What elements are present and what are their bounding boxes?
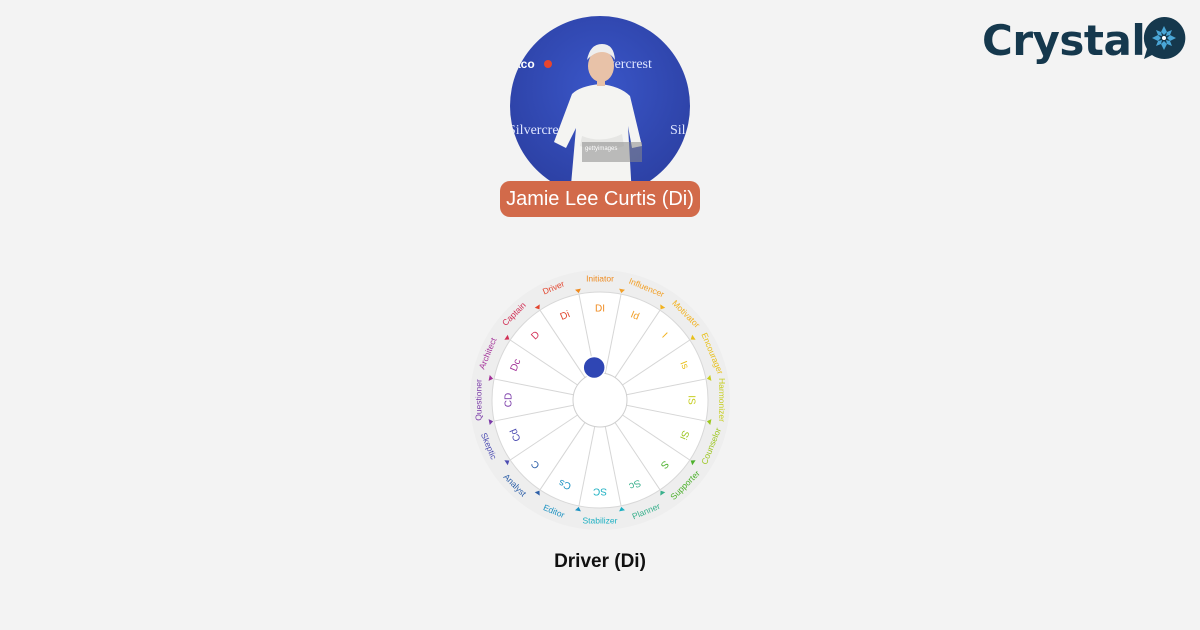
segment-code-cd[interactable]: CD [504,393,515,407]
type-caption: Driver (Di) [554,551,646,572]
getty-watermark: gettyimages [585,146,617,152]
current-type-avatar [582,355,606,380]
segment-role-initiator[interactable]: Initiator [586,273,614,283]
svg-text:aco: aco [514,57,535,71]
segment-role-harmonizer[interactable]: Harmonizer [717,378,727,422]
profile-name-badge: Jamie Lee Curtis (Di) [500,181,700,217]
svg-text:Sil: Sil [670,123,686,138]
profile-photo: aco Silvercrest Silvercrest Sil gettyima… [510,16,690,196]
segment-role-questioner[interactable]: Questioner [473,379,483,421]
crystal-snowflake-icon [1143,16,1186,59]
segment-code-di[interactable]: DI [595,304,605,315]
logo-wordmark: Crystal [982,16,1146,65]
segment-role-stabilizer[interactable]: Stabilizer [583,515,618,525]
crystal-logo[interactable]: Crystal [982,14,1186,68]
segment-code-is[interactable]: IS [685,395,696,405]
disc-wheel[interactable]: Initiator InfluencerMotivatorEncouragerHa… [465,270,735,540]
segment-code-sc[interactable]: SC [593,485,607,496]
